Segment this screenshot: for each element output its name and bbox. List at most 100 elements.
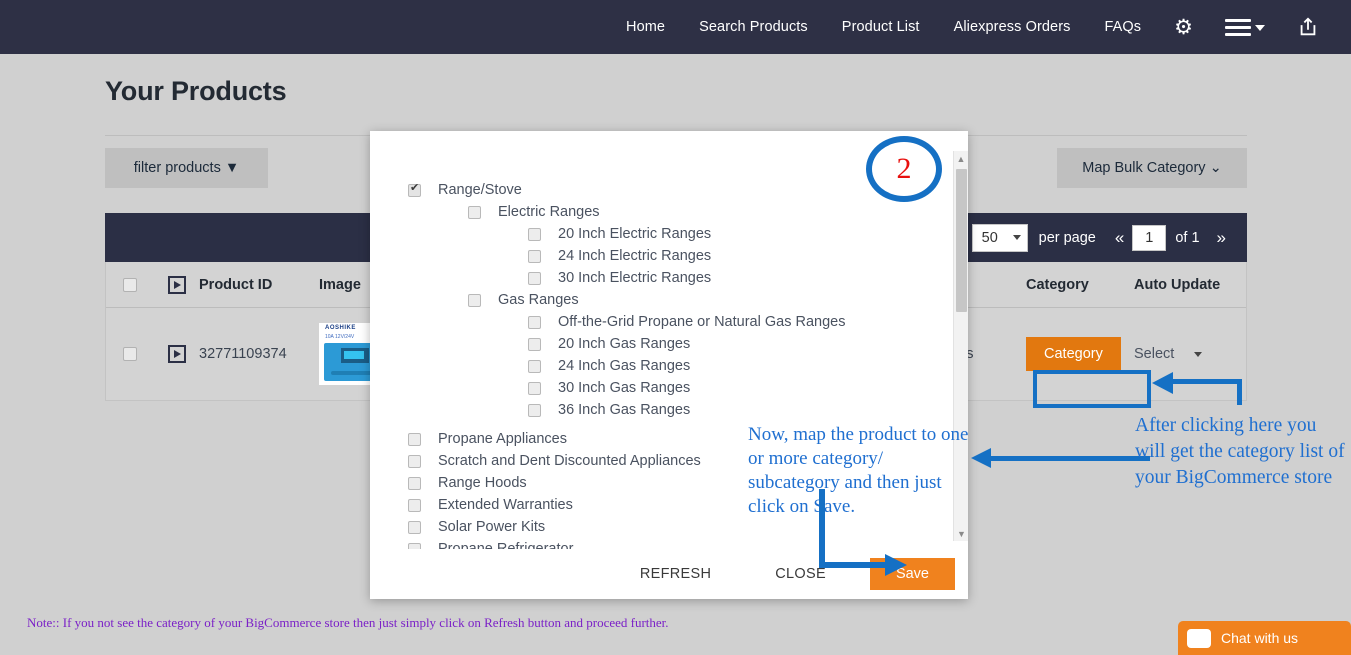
- page-title: Your Products: [105, 76, 287, 106]
- category-tree-item[interactable]: Solar Power Kits: [388, 516, 968, 538]
- first-page-button[interactable]: «: [1107, 228, 1132, 248]
- filter-products-button[interactable]: filter products ▼: [105, 148, 268, 188]
- hamburger-bars: [1225, 15, 1251, 40]
- category-checkbox[interactable]: [528, 381, 541, 395]
- category-tree-item[interactable]: Scratch and Dent Discounted Appliances: [388, 450, 968, 472]
- category-checkbox[interactable]: [528, 271, 541, 285]
- category-checkbox[interactable]: [528, 359, 541, 373]
- header-auto-update: Auto Update: [1134, 276, 1221, 293]
- scroll-down-arrow-icon[interactable]: ▼: [954, 526, 969, 541]
- top-navigation-bar: Home Search Products Product List Aliexp…: [0, 0, 1351, 54]
- category-tree-item[interactable]: Off-the-Grid Propane or Natural Gas Rang…: [388, 311, 968, 333]
- row-expand-icon[interactable]: [167, 345, 186, 363]
- category-checkbox[interactable]: [528, 403, 541, 417]
- scrollbar-thumb[interactable]: [956, 169, 967, 312]
- chat-widget-label: Chat with us: [1221, 630, 1299, 646]
- header-category: Category: [1026, 276, 1089, 293]
- category-button[interactable]: Category: [1026, 337, 1121, 371]
- annotation-arrow-head-save: [885, 554, 907, 576]
- category-tree-item[interactable]: 24 Inch Gas Ranges: [388, 355, 968, 377]
- category-tree-item[interactable]: Propane Refrigerator: [388, 538, 968, 549]
- per-page-select[interactable]: 50: [971, 223, 1028, 252]
- category-checkbox[interactable]: [408, 498, 421, 512]
- category-label: Propane Appliances: [438, 431, 567, 447]
- nav-link-search-products[interactable]: Search Products: [699, 19, 808, 35]
- chevron-down-icon: ⌄: [1209, 160, 1222, 176]
- category-tree-item[interactable]: Gas Ranges: [388, 289, 968, 311]
- category-label: 20 Inch Gas Ranges: [558, 336, 691, 352]
- category-checkbox[interactable]: [468, 293, 481, 307]
- modal-body: Range/Stove Electric Ranges 20 Inch Electr…: [370, 131, 968, 549]
- category-tree-item[interactable]: Extended Warranties: [388, 494, 968, 516]
- expand-all-cell: [154, 275, 199, 294]
- auto-update-select[interactable]: Select: [1134, 346, 1203, 362]
- last-page-button[interactable]: »: [1209, 228, 1234, 248]
- hamburger-menu-icon[interactable]: [1225, 15, 1265, 40]
- row-select-checkbox[interactable]: [123, 347, 137, 361]
- category-checkbox[interactable]: [408, 476, 421, 490]
- nav-link-faqs[interactable]: FAQs: [1105, 19, 1142, 35]
- expand-all-icon[interactable]: [167, 275, 186, 294]
- page-count-label: of 1: [1175, 229, 1200, 246]
- category-label: Scratch and Dent Discounted Appliances: [438, 453, 701, 469]
- category-tree-item[interactable]: Range/Stove: [388, 179, 968, 201]
- category-tree-item[interactable]: 20 Inch Electric Ranges: [388, 223, 968, 245]
- category-tree-item[interactable]: 36 Inch Gas Ranges: [388, 399, 968, 421]
- category-mapping-modal: Range/Stove Electric Ranges 20 Inch Electr…: [370, 131, 968, 599]
- category-tree-item[interactable]: Propane Appliances: [388, 428, 968, 450]
- category-button-highlight-box: [1033, 370, 1151, 408]
- category-label: 36 Inch Gas Ranges: [558, 402, 691, 418]
- row-expand-cell: [154, 345, 199, 363]
- thumbnail-brand-text: AOSHIKE: [325, 325, 356, 331]
- category-tree-item[interactable]: 30 Inch Electric Ranges: [388, 267, 968, 289]
- category-tree-item[interactable]: 30 Inch Gas Ranges: [388, 377, 968, 399]
- tree-gap: [388, 421, 968, 428]
- annotation-arrow-head-category: [1152, 372, 1173, 394]
- chat-widget[interactable]: Chat with us: [1178, 621, 1351, 655]
- category-checkbox[interactable]: [408, 454, 421, 468]
- category-tree-item[interactable]: 20 Inch Gas Ranges: [388, 333, 968, 355]
- category-label: 20 Inch Electric Ranges: [558, 226, 712, 242]
- category-tree-item[interactable]: Electric Ranges: [388, 201, 968, 223]
- annotation-arrow-line-left: [990, 456, 1150, 461]
- category-label: Extended Warranties: [438, 497, 573, 513]
- modal-scrollbar[interactable]: ▲ ▼: [953, 151, 968, 541]
- cell-product-id: 32771109374: [199, 346, 287, 362]
- filter-products-label: filter products: [133, 160, 221, 176]
- page-number-input[interactable]: 1: [1132, 224, 1167, 251]
- category-checkbox[interactable]: [408, 520, 421, 534]
- category-label: 24 Inch Gas Ranges: [558, 358, 691, 374]
- category-tree-item[interactable]: Range Hoods: [388, 472, 968, 494]
- per-page-label: per page: [1038, 229, 1096, 246]
- category-checkbox[interactable]: [468, 205, 481, 219]
- category-checkbox[interactable]: [408, 432, 421, 446]
- category-checkbox[interactable]: [528, 337, 541, 351]
- annotation-arrow-riser-top: [1237, 379, 1242, 405]
- refresh-button[interactable]: REFRESH: [634, 565, 717, 583]
- nav-link-home[interactable]: Home: [626, 19, 665, 35]
- select-all-checkbox[interactable]: [123, 277, 137, 292]
- category-checkbox[interactable]: [528, 249, 541, 263]
- category-tree: Range/Stove Electric Ranges 20 Inch Electr…: [370, 131, 968, 549]
- nav-link-product-list[interactable]: Product List: [842, 19, 920, 35]
- cell-category: Category: [1026, 337, 1134, 371]
- nav-link-aliexpress-orders[interactable]: Aliexpress Orders: [954, 19, 1071, 35]
- cell-auto-update: Select: [1134, 346, 1246, 362]
- scroll-up-arrow-icon[interactable]: ▲: [954, 151, 968, 166]
- category-label: Off-the-Grid Propane or Natural Gas Rang…: [558, 314, 846, 330]
- category-checkbox[interactable]: [408, 181, 421, 197]
- map-bulk-category-button[interactable]: Map Bulk Category ⌄: [1057, 148, 1247, 188]
- share-icon[interactable]: [1297, 16, 1319, 38]
- chat-bubble-icon: [1187, 628, 1211, 648]
- gear-icon[interactable]: ⚙: [1174, 17, 1193, 38]
- auto-update-value: Select: [1134, 346, 1175, 362]
- category-tree-item[interactable]: 24 Inch Electric Ranges: [388, 245, 968, 267]
- category-checkbox[interactable]: [528, 315, 541, 329]
- map-bulk-category-label: Map Bulk Category: [1082, 160, 1206, 176]
- category-label: Solar Power Kits: [438, 519, 546, 535]
- category-checkbox[interactable]: [528, 227, 541, 241]
- filter-icon: ▼: [224, 160, 240, 176]
- annotation-arrow-horizontal-save: [819, 562, 887, 568]
- category-label: Propane Refrigerator: [438, 541, 574, 549]
- annotation-arrow-vertical-save: [819, 489, 825, 568]
